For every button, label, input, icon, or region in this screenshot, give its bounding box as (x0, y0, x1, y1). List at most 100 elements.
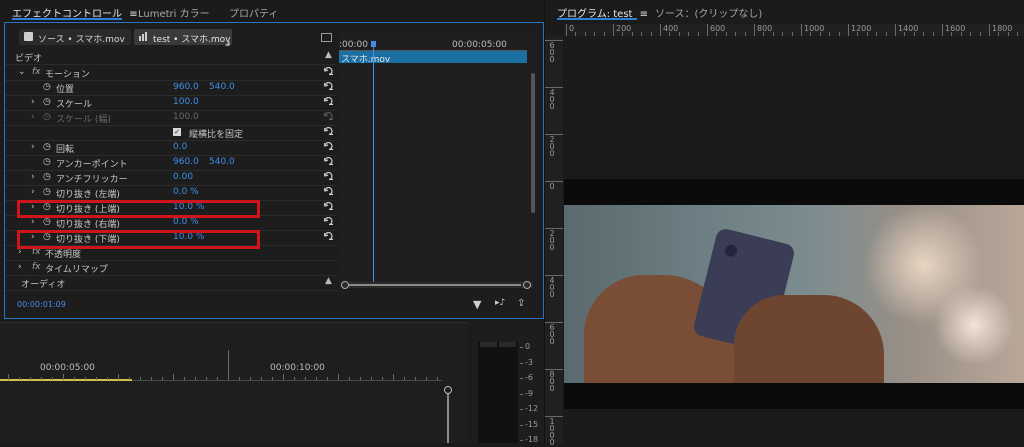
reset-icon[interactable] (324, 82, 334, 90)
crop-right-value[interactable]: 0.0 % (173, 217, 199, 227)
sequence-clip-selector[interactable]: test • スマホ.mov ◢ (134, 29, 232, 47)
reset-icon[interactable] (324, 187, 334, 195)
ruler-minor-tick (575, 32, 577, 36)
ruler-minor-tick (979, 32, 981, 36)
highlight-crop-top (17, 200, 260, 218)
ruler-minor-tick (725, 32, 727, 36)
tab-source[interactable]: ソース：(クリップなし) (655, 5, 762, 20)
ruler-minor-tick (791, 32, 793, 36)
reset-icon[interactable] (324, 67, 334, 75)
stopwatch-icon[interactable]: ◷ (43, 187, 51, 197)
reset-icon[interactable] (324, 202, 334, 210)
vruler-label: 600 (549, 41, 555, 64)
meter-peak-right (499, 342, 516, 347)
expand-chevron-icon[interactable]: › (31, 217, 35, 227)
tab-properties[interactable]: プロパティ (229, 5, 278, 20)
property-anchor-row[interactable]: ◷ アンカーポイント 960.0 540.0 (5, 155, 337, 171)
vruler-label: 400 (549, 276, 555, 299)
stopwatch-icon[interactable]: ◷ (43, 142, 51, 152)
property-antiflicker-row[interactable]: › ◷ アンチフリッカー 0.00 (5, 170, 337, 186)
timeline-tick (371, 377, 372, 380)
expand-chevron-icon[interactable]: › (31, 172, 35, 182)
stopwatch-icon[interactable]: ◷ (43, 217, 51, 227)
panel-menu-icon[interactable]: ≡ (129, 9, 137, 20)
rotation-value[interactable]: 0.0 (173, 142, 187, 152)
source-clip-label: ソース • スマホ.mov (38, 35, 125, 45)
ruler-tick (566, 24, 567, 36)
ruler-minor-tick (688, 32, 690, 36)
collapse-up-icon[interactable]: ▲ (325, 276, 332, 286)
source-clip-selector[interactable]: ソース • スマホ.mov (19, 29, 131, 45)
property-position-row[interactable]: ◷ 位置 960.0 540.0 (5, 80, 337, 96)
effect-controls-panel: ソース • スマホ.mov test • スマホ.mov ◢ :00:00 00… (4, 22, 544, 319)
meter-label: -9 (525, 388, 533, 398)
timeline-tick (19, 377, 20, 380)
dropdown-corner-icon[interactable]: ◢ (225, 40, 230, 47)
property-crop-left-row[interactable]: › ◷ 切り抜き (左端) 0.0 % (5, 185, 337, 201)
zoom-handle-right[interactable] (523, 281, 531, 289)
property-rotation-row[interactable]: › ◷ 回転 0.0 (5, 140, 337, 156)
stopwatch-icon[interactable]: ◷ (43, 97, 51, 107)
timeline-tick (118, 374, 119, 380)
reset-icon[interactable] (324, 217, 334, 225)
collapse-up-icon[interactable]: ▲ (325, 50, 332, 60)
play-audio-icon[interactable]: ▸♪ (495, 298, 505, 308)
ruler-tick (707, 24, 708, 36)
timeline-tc-5s: 00:00:05:00 (40, 363, 95, 373)
ruler-label: 1000 (804, 24, 825, 33)
filter-icon[interactable]: ▼ (473, 298, 481, 311)
effect-panel-scrollbar[interactable] (531, 73, 535, 213)
tab-lumetri-color[interactable]: Lumetri カラー (138, 5, 210, 20)
panel-menu-icon[interactable]: ≡ (640, 9, 648, 20)
reset-icon[interactable] (324, 232, 334, 240)
audio-meter-bars (478, 342, 518, 443)
property-scale-row[interactable]: › ◷ スケール 100.0 (5, 95, 337, 111)
property-scale-width-row: › ◷ スケール (幅) 100.0 (5, 110, 337, 126)
meter-label: -3 (525, 357, 533, 367)
reset-icon[interactable] (324, 157, 334, 165)
ruler-minor-tick (735, 32, 737, 36)
timeline-scrollbar[interactable] (447, 394, 449, 443)
fx-badge-icon[interactable]: fx (32, 262, 41, 272)
expand-chevron-icon[interactable]: › (31, 142, 35, 152)
stopwatch-icon[interactable]: ◷ (43, 172, 51, 182)
collapse-timeline-icon[interactable] (321, 33, 332, 42)
anchor-y-value[interactable]: 540.0 (209, 157, 235, 167)
ruler-tick (848, 24, 849, 36)
timeline-tick (393, 374, 394, 380)
mini-clip-bar[interactable]: スマホ.mov (339, 51, 527, 65)
reset-icon[interactable] (324, 172, 334, 180)
footer-timecode[interactable]: 00:00:01:09 (17, 300, 66, 309)
fx-badge-icon[interactable]: fx (32, 67, 41, 77)
expand-chevron-icon[interactable]: › (31, 97, 35, 107)
position-x-value[interactable]: 960.0 (173, 82, 199, 92)
meter-tick (520, 409, 523, 410)
meter-tick (520, 440, 523, 441)
expand-chevron-icon[interactable]: › (18, 262, 22, 272)
zoom-handle-left[interactable] (341, 281, 349, 289)
expand-chevron-icon[interactable]: › (31, 187, 35, 197)
timeline-zoom-handle[interactable] (444, 386, 452, 394)
effect-mini-timeline[interactable]: :00:00 00:00:05:00 スマホ.mov (339, 33, 529, 288)
stopwatch-icon[interactable]: ◷ (43, 82, 51, 92)
ruler-minor-tick (829, 32, 831, 36)
anchor-x-value[interactable]: 960.0 (173, 157, 199, 167)
effect-time-remap-row[interactable]: › fx タイムリマップ (5, 260, 337, 276)
timeline-tick (382, 377, 383, 380)
antiflicker-value[interactable]: 0.00 (173, 172, 193, 182)
expand-chevron-icon[interactable]: ⌄ (18, 67, 26, 77)
uniform-scale-checkbox[interactable]: ✓ (173, 128, 181, 136)
scale-value[interactable]: 100.0 (173, 97, 199, 107)
crop-left-value[interactable]: 0.0 % (173, 187, 199, 197)
position-y-value[interactable]: 540.0 (209, 82, 235, 92)
effect-motion-row[interactable]: ⌄ fx モーション (5, 65, 337, 81)
mini-timeline-start-tc: :00:00 (339, 40, 368, 50)
video-frame[interactable] (564, 179, 1024, 409)
reset-icon[interactable] (324, 97, 334, 105)
reset-icon[interactable] (324, 142, 334, 150)
stopwatch-icon[interactable]: ◷ (43, 157, 51, 167)
mini-timeline-zoom-bar[interactable] (341, 281, 533, 289)
meter-tick (520, 347, 523, 348)
reset-icon[interactable] (324, 127, 334, 135)
export-icon[interactable]: ⇪ (517, 298, 525, 309)
